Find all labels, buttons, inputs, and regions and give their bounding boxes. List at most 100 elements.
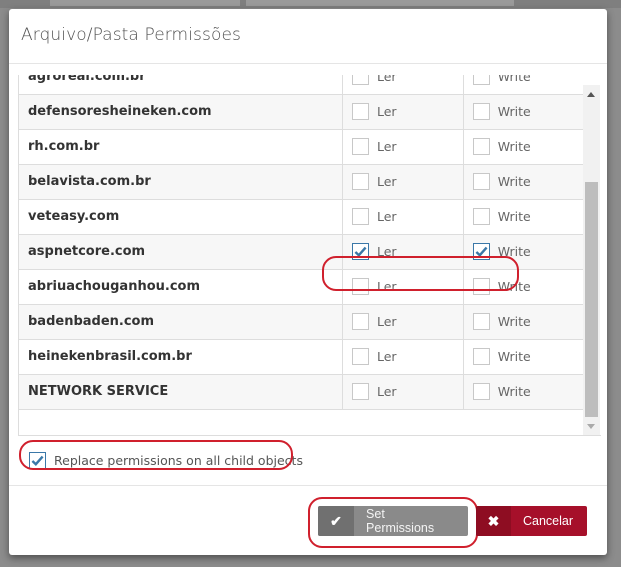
write-cell: Write xyxy=(463,199,584,235)
cancel-button[interactable]: ✖ Cancelar xyxy=(476,506,587,536)
user-name: agroreal.com.br xyxy=(28,75,146,84)
checkbox[interactable] xyxy=(472,278,490,295)
checkbox[interactable] xyxy=(29,452,46,469)
write-label: Write xyxy=(497,209,531,224)
permissions-table: agroreal.com.br Ler Write defensoresheineke… xyxy=(19,75,584,410)
scroll-down-arrow-icon[interactable] xyxy=(587,424,595,429)
read-cell: Ler xyxy=(342,129,464,165)
checkbox[interactable] xyxy=(472,243,490,260)
times-icon: ✖ xyxy=(476,506,511,536)
write-checkbox[interactable]: Write xyxy=(472,75,584,85)
user-cell: aspnetcore.com xyxy=(19,234,343,270)
checkbox[interactable] xyxy=(351,348,369,365)
write-checkbox[interactable]: Write xyxy=(472,313,584,330)
write-checkbox[interactable]: Write xyxy=(472,173,584,190)
user-cell: defensoresheineken.com xyxy=(19,94,343,130)
read-checkbox[interactable]: Ler xyxy=(351,103,463,120)
user-cell: badenbaden.com xyxy=(19,304,343,340)
permission-row: rh.com.br Ler Write xyxy=(19,129,584,165)
read-cell: Ler xyxy=(342,75,464,95)
read-label: Ler xyxy=(376,314,397,329)
write-checkbox[interactable]: Write xyxy=(472,243,584,260)
write-label: Write xyxy=(497,349,531,364)
footer-divider xyxy=(9,485,607,486)
set-permissions-label: Set Permissions xyxy=(366,507,435,535)
write-checkbox[interactable]: Write xyxy=(472,208,584,225)
user-name: veteasy.com xyxy=(28,209,120,224)
write-checkbox[interactable]: Write xyxy=(472,278,584,295)
read-checkbox[interactable]: Ler xyxy=(351,278,463,295)
read-checkbox[interactable]: Ler xyxy=(351,138,463,155)
checkbox[interactable] xyxy=(351,383,369,400)
user-name: aspnetcore.com xyxy=(28,244,146,259)
read-checkbox[interactable]: Ler xyxy=(351,313,463,330)
read-cell: Ler xyxy=(342,94,464,130)
write-label: Write xyxy=(497,384,531,399)
replace-children-checkbox[interactable]: Replace permissions on all child objects xyxy=(29,452,303,469)
checkbox[interactable] xyxy=(472,103,490,120)
checkbox[interactable] xyxy=(472,75,490,85)
checkbox[interactable] xyxy=(472,138,490,155)
background-toolbar-segment xyxy=(246,0,514,6)
checkbox[interactable] xyxy=(351,75,369,85)
permissions-table-container[interactable]: agroreal.com.br Ler Write defensoresheineke… xyxy=(18,75,601,436)
scroll-up-arrow-icon[interactable] xyxy=(587,92,595,97)
checkbox[interactable] xyxy=(351,138,369,155)
table-scrollbar[interactable] xyxy=(583,85,600,435)
read-label: Ler xyxy=(376,244,397,259)
write-cell: Write xyxy=(463,374,584,410)
write-label: Write xyxy=(497,139,531,154)
write-cell: Write xyxy=(463,129,584,165)
permission-row: heinekenbrasil.com.br Ler Write xyxy=(19,339,584,375)
checkbox[interactable] xyxy=(472,208,490,225)
write-cell: Write xyxy=(463,269,584,305)
read-checkbox[interactable]: Ler xyxy=(351,173,463,190)
user-name: abriuachouganhou.com xyxy=(28,279,201,294)
checkbox[interactable] xyxy=(472,313,490,330)
write-label: Write xyxy=(497,244,531,259)
read-cell: Ler xyxy=(342,269,464,305)
user-name: heinekenbrasil.com.br xyxy=(28,349,192,364)
read-checkbox[interactable]: Ler xyxy=(351,208,463,225)
checkbox[interactable] xyxy=(351,208,369,225)
read-cell: Ler xyxy=(342,164,464,200)
read-cell: Ler xyxy=(342,339,464,375)
write-cell: Write xyxy=(463,234,584,270)
scroll-thumb[interactable] xyxy=(585,182,598,417)
write-checkbox[interactable]: Write xyxy=(472,383,584,400)
checkbox[interactable] xyxy=(351,313,369,330)
read-checkbox[interactable]: Ler xyxy=(351,75,463,85)
checkbox[interactable] xyxy=(472,348,490,365)
permissions-modal: Arquivo/Pasta Permissões agroreal.com.br… xyxy=(9,9,607,555)
write-checkbox[interactable]: Write xyxy=(472,138,584,155)
write-checkbox[interactable]: Write xyxy=(472,348,584,365)
read-checkbox[interactable]: Ler xyxy=(351,348,463,365)
read-cell: Ler xyxy=(342,234,464,270)
user-name: rh.com.br xyxy=(28,139,100,154)
read-label: Ler xyxy=(376,139,397,154)
user-name: badenbaden.com xyxy=(28,314,155,329)
checkbox[interactable] xyxy=(351,243,369,260)
read-checkbox[interactable]: Ler xyxy=(351,243,463,260)
user-name: NETWORK SERVICE xyxy=(28,384,169,399)
read-checkbox[interactable]: Ler xyxy=(351,383,463,400)
permission-row: defensoresheineken.com Ler Write xyxy=(19,94,584,130)
checkbox[interactable] xyxy=(472,383,490,400)
checkbox[interactable] xyxy=(351,103,369,120)
write-checkbox[interactable]: Write xyxy=(472,103,584,120)
check-icon: ✔ xyxy=(318,506,355,536)
read-label: Ler xyxy=(376,75,397,84)
checkbox[interactable] xyxy=(351,278,369,295)
background-toolbar-segment xyxy=(50,0,240,6)
background-toolbar xyxy=(0,0,621,8)
set-permissions-button[interactable]: ✔ Set Permissions xyxy=(318,506,468,536)
write-cell: Write xyxy=(463,339,584,375)
read-cell: Ler xyxy=(342,199,464,235)
modal-header: Arquivo/Pasta Permissões xyxy=(9,9,607,64)
user-cell: agroreal.com.br xyxy=(19,75,343,95)
read-label: Ler xyxy=(376,279,397,294)
write-label: Write xyxy=(497,104,531,119)
checkbox[interactable] xyxy=(351,173,369,190)
checkbox[interactable] xyxy=(472,173,490,190)
user-cell: heinekenbrasil.com.br xyxy=(19,339,343,375)
